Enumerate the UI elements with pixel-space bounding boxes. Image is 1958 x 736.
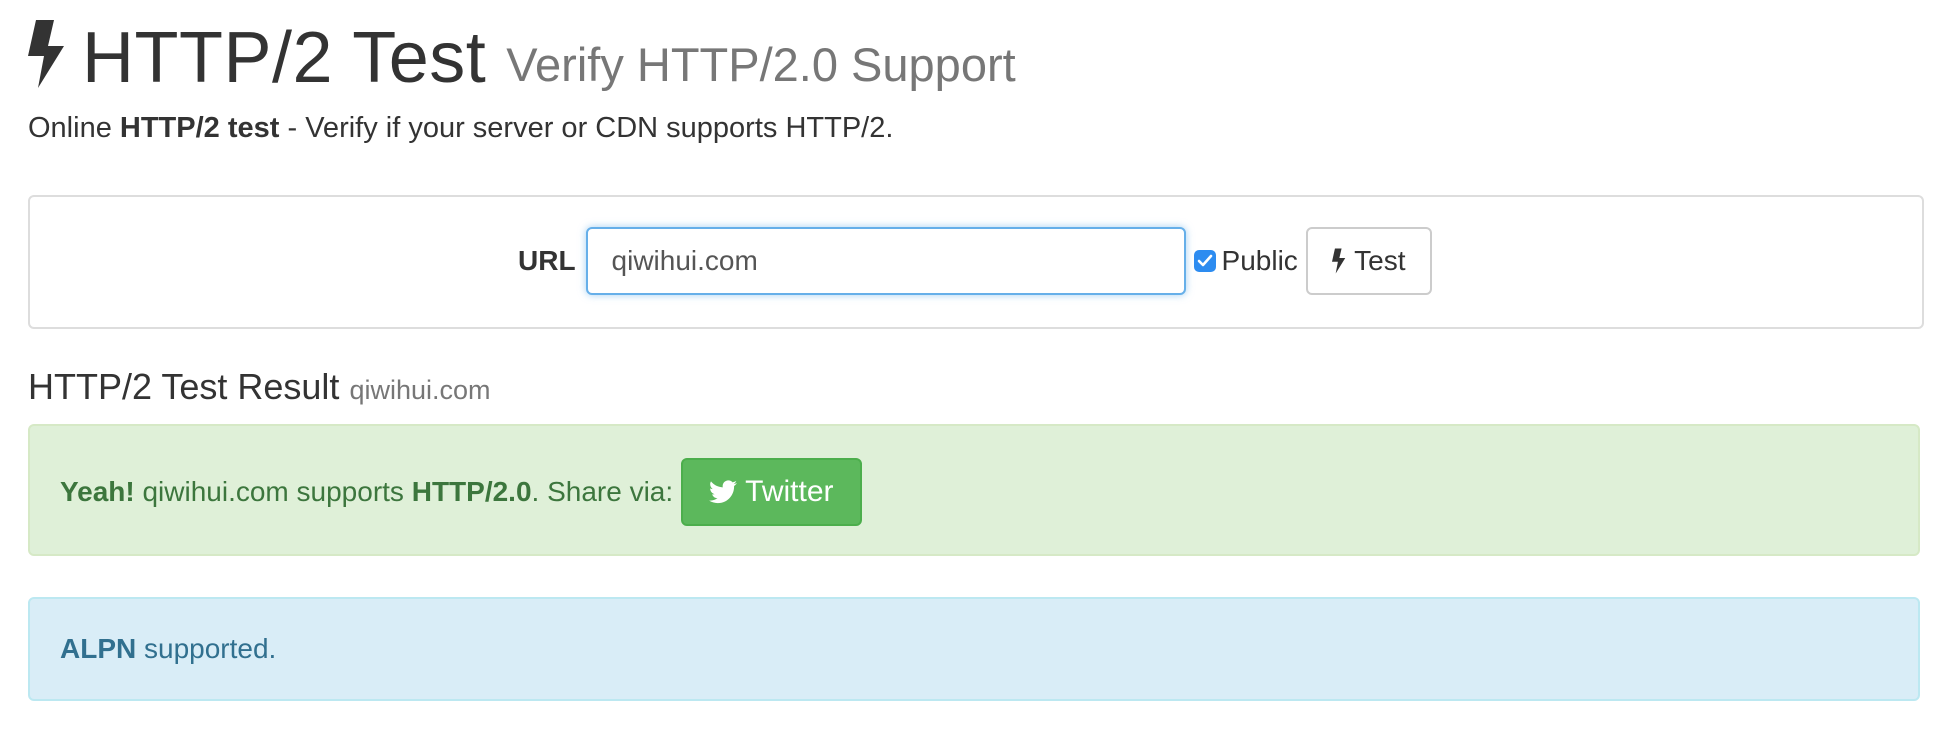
result-host: qiwihui.com (349, 375, 491, 405)
public-label: Public (1221, 245, 1298, 276)
success-message: Yeah! qiwihui.com supports HTTP/2.0 . Sh… (60, 458, 862, 526)
test-button-label: Test (1354, 245, 1406, 276)
success-alert: Yeah! qiwihui.com supports HTTP/2.0 . Sh… (28, 424, 1920, 556)
success-exclaim: Yeah! (60, 476, 135, 507)
alpn-label: ALPN (60, 633, 137, 664)
success-text-before: qiwihui.com supports (134, 476, 412, 507)
twitter-icon (709, 480, 738, 504)
public-checkbox[interactable] (1193, 250, 1216, 272)
lead-bold: HTTP/2 test (119, 112, 280, 144)
bolt-icon (1332, 248, 1346, 274)
twitter-share-label: Twitter (745, 475, 834, 508)
lead-text: Online HTTP/2 test - Verify if your serv… (28, 112, 893, 145)
url-input[interactable] (585, 227, 1186, 295)
test-form-panel: URL Public Test (28, 195, 1924, 329)
test-form: URL Public Test (518, 227, 1432, 295)
result-heading: HTTP/2 Test Result qiwihui.com (28, 366, 491, 408)
twitter-share-button[interactable]: Twitter (681, 458, 862, 526)
success-text-after: . Share via: (531, 476, 674, 507)
page-title-text: HTTP/2 Test (82, 18, 487, 98)
lead-suffix: - Verify if your server or CDN supports … (279, 112, 894, 144)
alpn-info-alert: ALPN supported. (28, 597, 1920, 701)
alpn-status: supported. (136, 633, 277, 664)
bolt-icon (28, 20, 64, 88)
test-button[interactable]: Test (1305, 227, 1432, 295)
page-title: HTTP/2 Test Verify HTTP/2.0 Support (28, 14, 1016, 94)
checkmark-icon (1197, 254, 1212, 267)
success-protocol: HTTP/2.0 (411, 476, 532, 507)
lead-prefix: Online (28, 112, 120, 144)
result-title: HTTP/2 Test Result (28, 366, 340, 407)
url-label: URL (518, 245, 576, 276)
alpn-message: ALPN supported. (60, 633, 276, 665)
page-subtitle: Verify HTTP/2.0 Support (506, 38, 1016, 91)
public-toggle[interactable]: Public (1193, 245, 1298, 277)
